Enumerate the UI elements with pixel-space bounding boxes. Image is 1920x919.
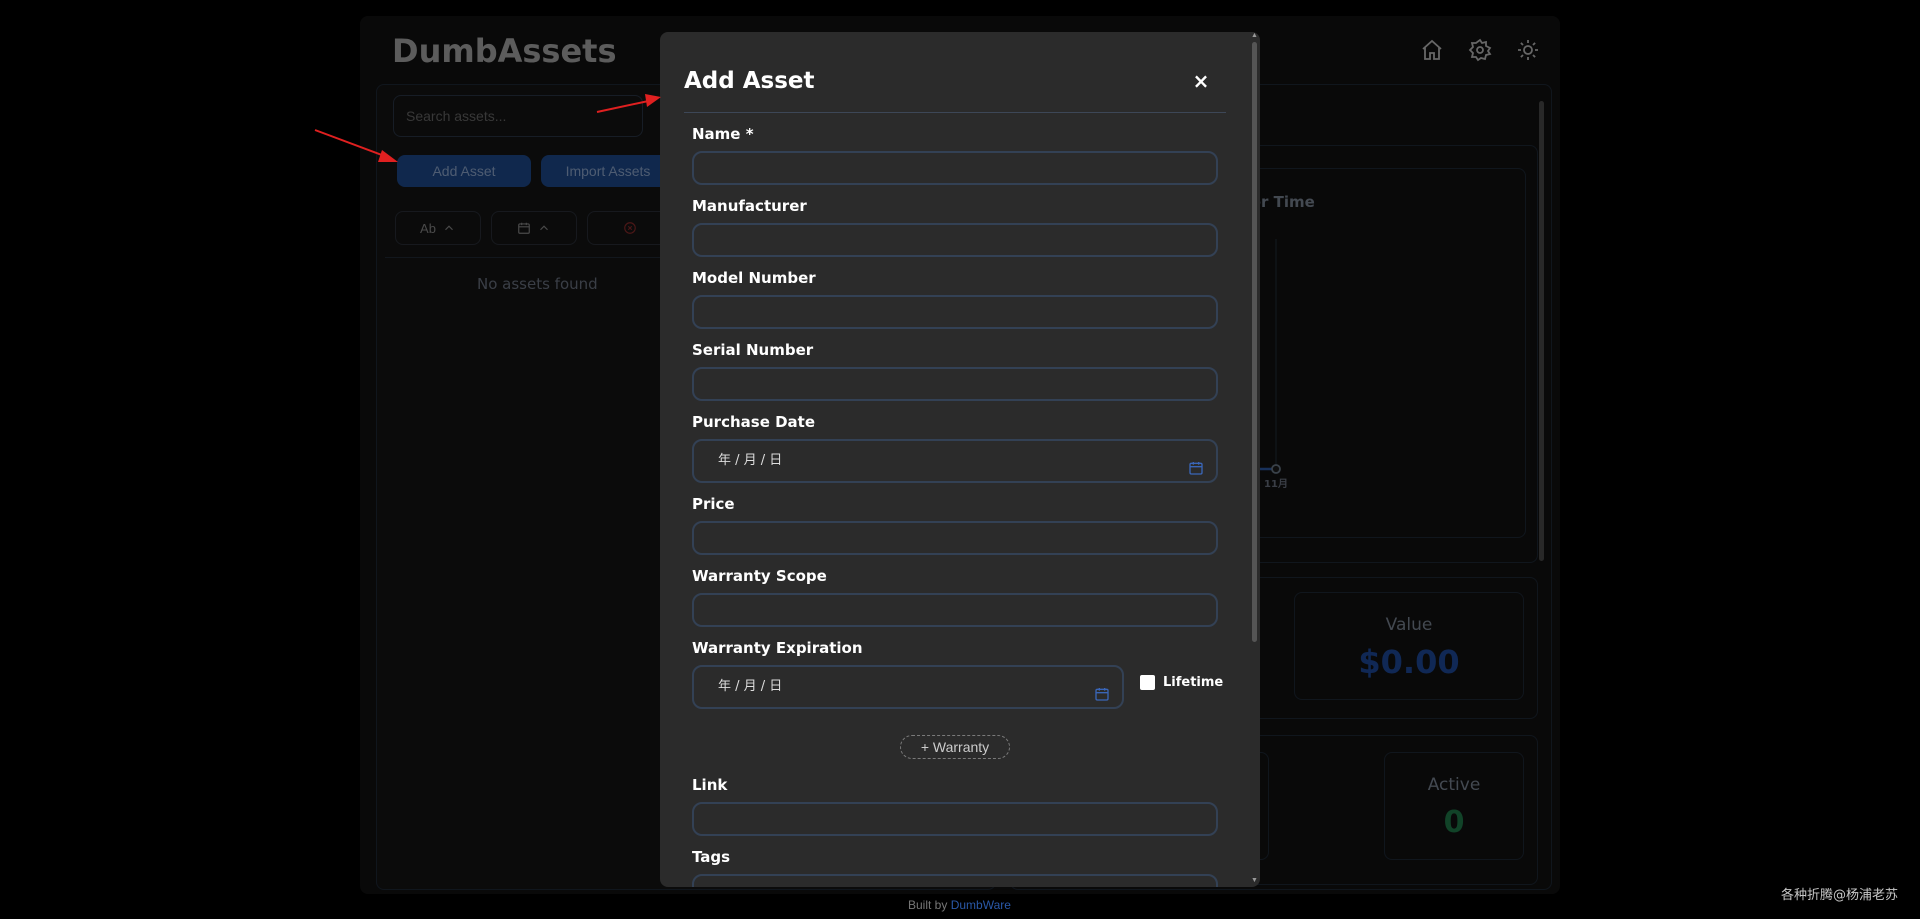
add-warranty-button[interactable]: + Warranty <box>900 735 1010 759</box>
manufacturer-label: Manufacturer <box>692 197 807 215</box>
serial-number-label: Serial Number <box>692 341 814 359</box>
serial-number-input[interactable] <box>692 367 1218 401</box>
lifetime-checkbox[interactable] <box>1140 675 1155 690</box>
annotation-arrow <box>596 94 661 113</box>
footer-prefix: Built by <box>908 898 951 912</box>
warranty-scope-label: Warranty Scope <box>692 567 827 585</box>
name-input[interactable] <box>692 151 1218 185</box>
scroll-up-icon[interactable]: ▲ <box>1251 32 1258 39</box>
name-label: Name * <box>692 125 754 143</box>
link-input[interactable] <box>692 802 1218 836</box>
calendar-icon[interactable] <box>1094 679 1110 701</box>
modal-divider <box>684 112 1226 113</box>
tags-input[interactable] <box>692 874 1218 887</box>
modal-scrollbar[interactable]: ▲ ▼ <box>1250 32 1258 887</box>
annotation-arrow <box>314 129 398 162</box>
warranty-scope-input[interactable] <box>692 593 1218 627</box>
modal-title: Add Asset <box>684 68 815 94</box>
scroll-down-icon[interactable]: ▼ <box>1251 877 1258 884</box>
model-number-input[interactable] <box>692 295 1218 329</box>
lifetime-checkbox-group[interactable]: Lifetime <box>1140 675 1223 690</box>
purchase-date-label: Purchase Date <box>692 413 816 431</box>
scroll-thumb[interactable] <box>1252 42 1257 642</box>
tags-label: Tags <box>692 848 731 866</box>
price-label: Price <box>692 495 735 513</box>
add-asset-modal: Add Asset × Name * Manufacturer Model Nu… <box>660 32 1260 887</box>
close-icon[interactable]: × <box>1190 70 1212 92</box>
manufacturer-input[interactable] <box>692 223 1218 257</box>
purchase-date-input[interactable]: 年 / 月 / 日 <box>692 439 1218 483</box>
dumbware-link[interactable]: DumbWare <box>951 898 1011 912</box>
model-number-label: Model Number <box>692 269 816 287</box>
warranty-expiration-input[interactable]: 年 / 月 / 日 <box>692 665 1124 709</box>
price-input[interactable] <box>692 521 1218 555</box>
calendar-icon[interactable] <box>1188 453 1204 475</box>
warranty-expiration-value: 年 / 月 / 日 <box>718 679 783 694</box>
lifetime-label: Lifetime <box>1163 675 1224 690</box>
purchase-date-value: 年 / 月 / 日 <box>718 453 783 468</box>
warranty-expiration-label: Warranty Expiration <box>692 639 863 657</box>
watermark: 各种折腾@杨浦老苏 <box>1780 888 1898 903</box>
footer: Built by DumbWare <box>908 898 1011 912</box>
link-label: Link <box>692 776 728 794</box>
